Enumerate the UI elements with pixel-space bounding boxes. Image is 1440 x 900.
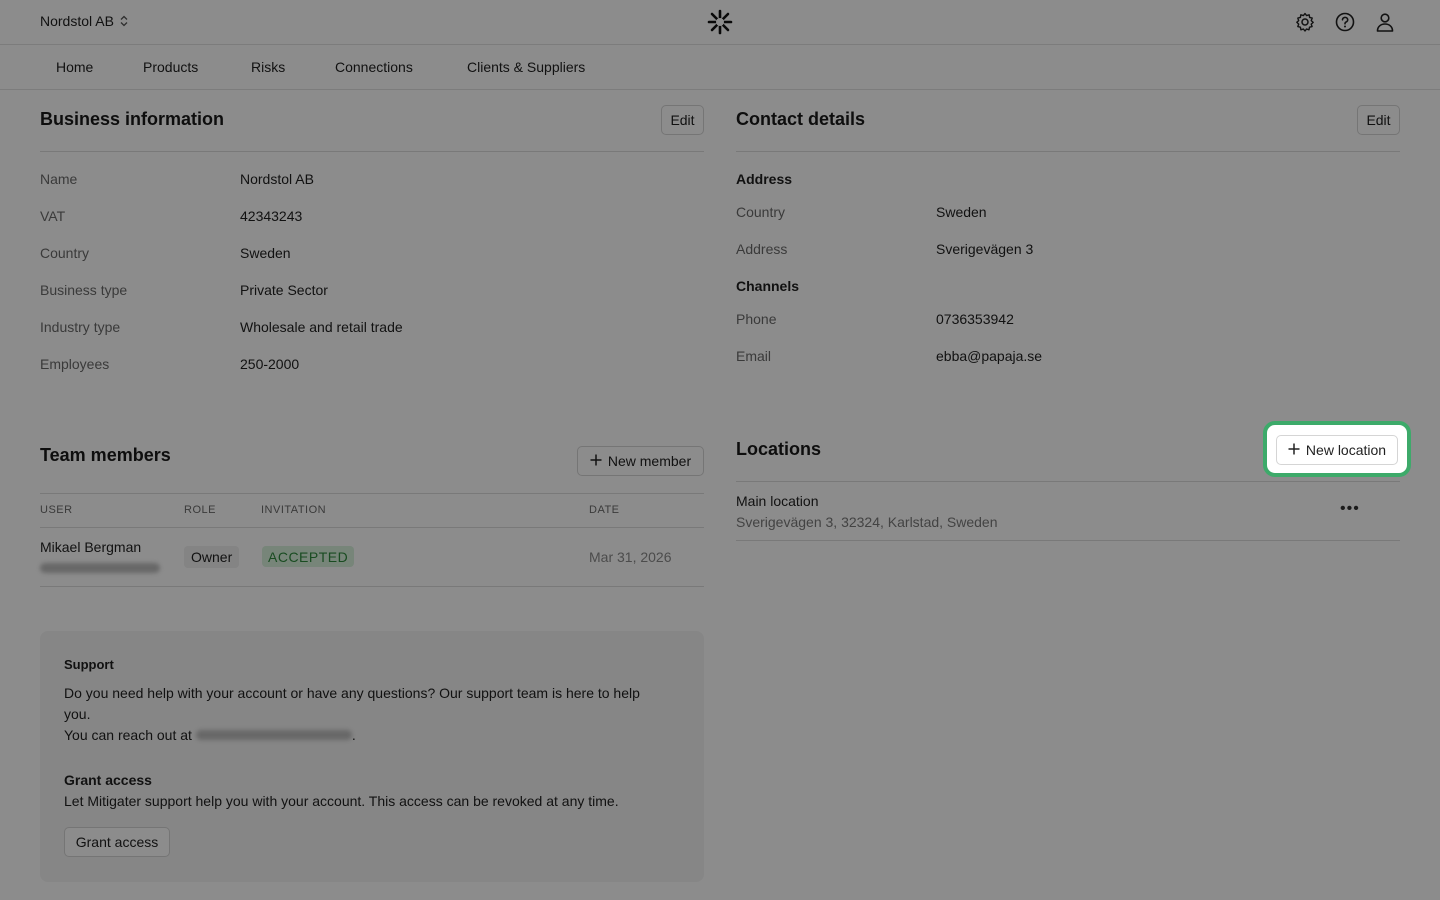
divider — [40, 493, 704, 494]
support-text-line1: Do you need help with your account or ha… — [64, 685, 640, 701]
new-location-label: New location — [1305, 442, 1387, 458]
support-reach-prefix: You can reach out at — [64, 727, 192, 743]
help-icon[interactable] — [1334, 11, 1356, 33]
org-name: Nordstol AB — [40, 13, 114, 29]
contact-value-email: ebba@papaja.se — [936, 348, 1043, 364]
nav-connections[interactable]: Connections — [335, 59, 413, 75]
contact-label-address: Address — [736, 241, 788, 257]
chevron-updown-icon — [120, 15, 128, 27]
grant-access-title: Grant access — [64, 772, 152, 788]
business-value-employees: 250-2000 — [240, 356, 300, 372]
new-member-button[interactable]: New member — [577, 446, 704, 476]
plus-icon — [1288, 442, 1300, 458]
status-badge: ACCEPTED — [262, 546, 355, 567]
business-label-business-type: Business type — [40, 282, 128, 298]
support-title: Support — [64, 657, 114, 672]
new-location-button[interactable]: New location — [1276, 435, 1398, 465]
business-label-country: Country — [40, 245, 90, 261]
business-info-title: Business information — [40, 109, 225, 129]
logo-icon[interactable] — [707, 9, 733, 35]
business-label-employees: Employees — [40, 356, 110, 372]
business-value-name: Nordstol AB — [240, 171, 314, 187]
locations-title: Locations — [736, 439, 822, 459]
main-content: Business information Edit Name Nordstol … — [0, 90, 1440, 900]
divider — [40, 151, 704, 152]
more-options-icon[interactable]: ••• — [1340, 500, 1360, 518]
org-switcher[interactable]: Nordstol AB — [40, 13, 128, 29]
contact-label-email: Email — [736, 348, 772, 364]
member-name: Mikael Bergman — [40, 539, 142, 555]
location-address: Sverigevägen 3, 32324, Karlstad, Sweden — [736, 514, 998, 530]
contact-value-country: Sweden — [936, 204, 987, 220]
divider — [40, 586, 704, 587]
business-value-vat: 42343243 — [240, 208, 303, 224]
role-badge: Owner — [184, 546, 240, 568]
member-date: Mar 31, 2026 — [589, 549, 672, 565]
grant-access-text: Let Mitigater support help you with your… — [64, 793, 619, 809]
main-nav: Home Products Risks Connections Clients … — [0, 45, 1440, 90]
support-reach-suffix: . — [351, 727, 356, 743]
grant-access-button[interactable]: Grant access — [64, 827, 170, 857]
location-name: Main location — [736, 493, 819, 509]
nav-clients-suppliers[interactable]: Clients & Suppliers — [467, 59, 585, 75]
support-text-line3: You can reach out at . — [64, 725, 356, 746]
nav-products[interactable]: Products — [143, 59, 198, 75]
support-text-line2: you. — [64, 706, 91, 722]
channels-heading: Channels — [736, 278, 800, 294]
team-members-title: Team members — [40, 445, 171, 465]
business-label-vat: VAT — [40, 208, 66, 224]
contact-value-phone: 0736353942 — [936, 311, 1014, 327]
divider — [736, 151, 1400, 152]
support-email-redacted — [195, 730, 352, 740]
column-header-user: USER — [40, 504, 73, 516]
business-value-country: Sweden — [240, 245, 291, 261]
contact-details-title: Contact details — [736, 109, 866, 129]
settings-icon[interactable] — [1294, 11, 1316, 33]
contact-value-address: Sverigevägen 3 — [936, 241, 1034, 257]
column-header-date: DATE — [589, 504, 620, 516]
plus-icon — [590, 453, 602, 469]
divider — [736, 481, 1400, 482]
business-value-industry-type: Wholesale and retail trade — [240, 319, 403, 335]
divider — [736, 540, 1400, 541]
member-email-redacted — [40, 563, 160, 573]
contact-label-country: Country — [736, 204, 786, 220]
contact-label-phone: Phone — [736, 311, 777, 327]
contact-edit-button[interactable]: Edit — [1357, 105, 1400, 135]
top-bar: Nordstol AB — [0, 0, 1440, 45]
nav-home[interactable]: Home — [56, 59, 93, 75]
address-heading: Address — [736, 171, 793, 187]
divider — [40, 527, 704, 528]
business-label-name: Name — [40, 171, 78, 187]
business-label-industry-type: Industry type — [40, 319, 121, 335]
column-header-role: ROLE — [184, 504, 216, 516]
business-value-business-type: Private Sector — [240, 282, 328, 298]
business-edit-button[interactable]: Edit — [661, 105, 704, 135]
user-icon[interactable] — [1374, 11, 1396, 33]
new-member-label: New member — [607, 453, 692, 469]
new-location-highlight: New location — [1263, 421, 1411, 477]
nav-risks[interactable]: Risks — [251, 59, 285, 75]
support-panel: Support Do you need help with your accou… — [40, 631, 704, 882]
column-header-invitation: INVITATION — [261, 504, 327, 516]
